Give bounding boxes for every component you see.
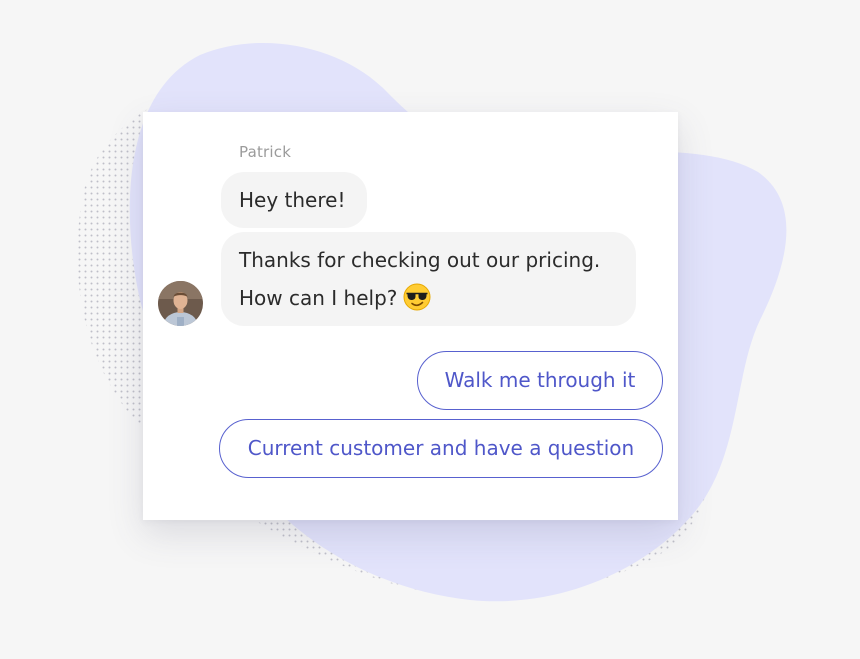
message-text-line-2: How can I help? (239, 279, 636, 317)
walk-me-through-it-button[interactable]: Walk me through it (417, 351, 663, 410)
message-bubble-greeting: Hey there! (221, 172, 367, 228)
message-text-line-1: Thanks for checking out our pricing. (239, 248, 601, 272)
message-text: Hey there! (239, 188, 346, 212)
current-customer-question-button[interactable]: Current customer and have a question (219, 419, 663, 478)
message-bubble-pricing: Thanks for checking out our pricing. How… (221, 232, 636, 326)
message-text-line-2-text: How can I help? (239, 286, 398, 310)
person-avatar-icon (158, 281, 203, 326)
sunglasses-emoji-icon (403, 283, 431, 311)
sender-name: Patrick (239, 143, 292, 161)
chat-widget-card: Patrick Hey there! Thanks for checking o… (143, 112, 678, 520)
